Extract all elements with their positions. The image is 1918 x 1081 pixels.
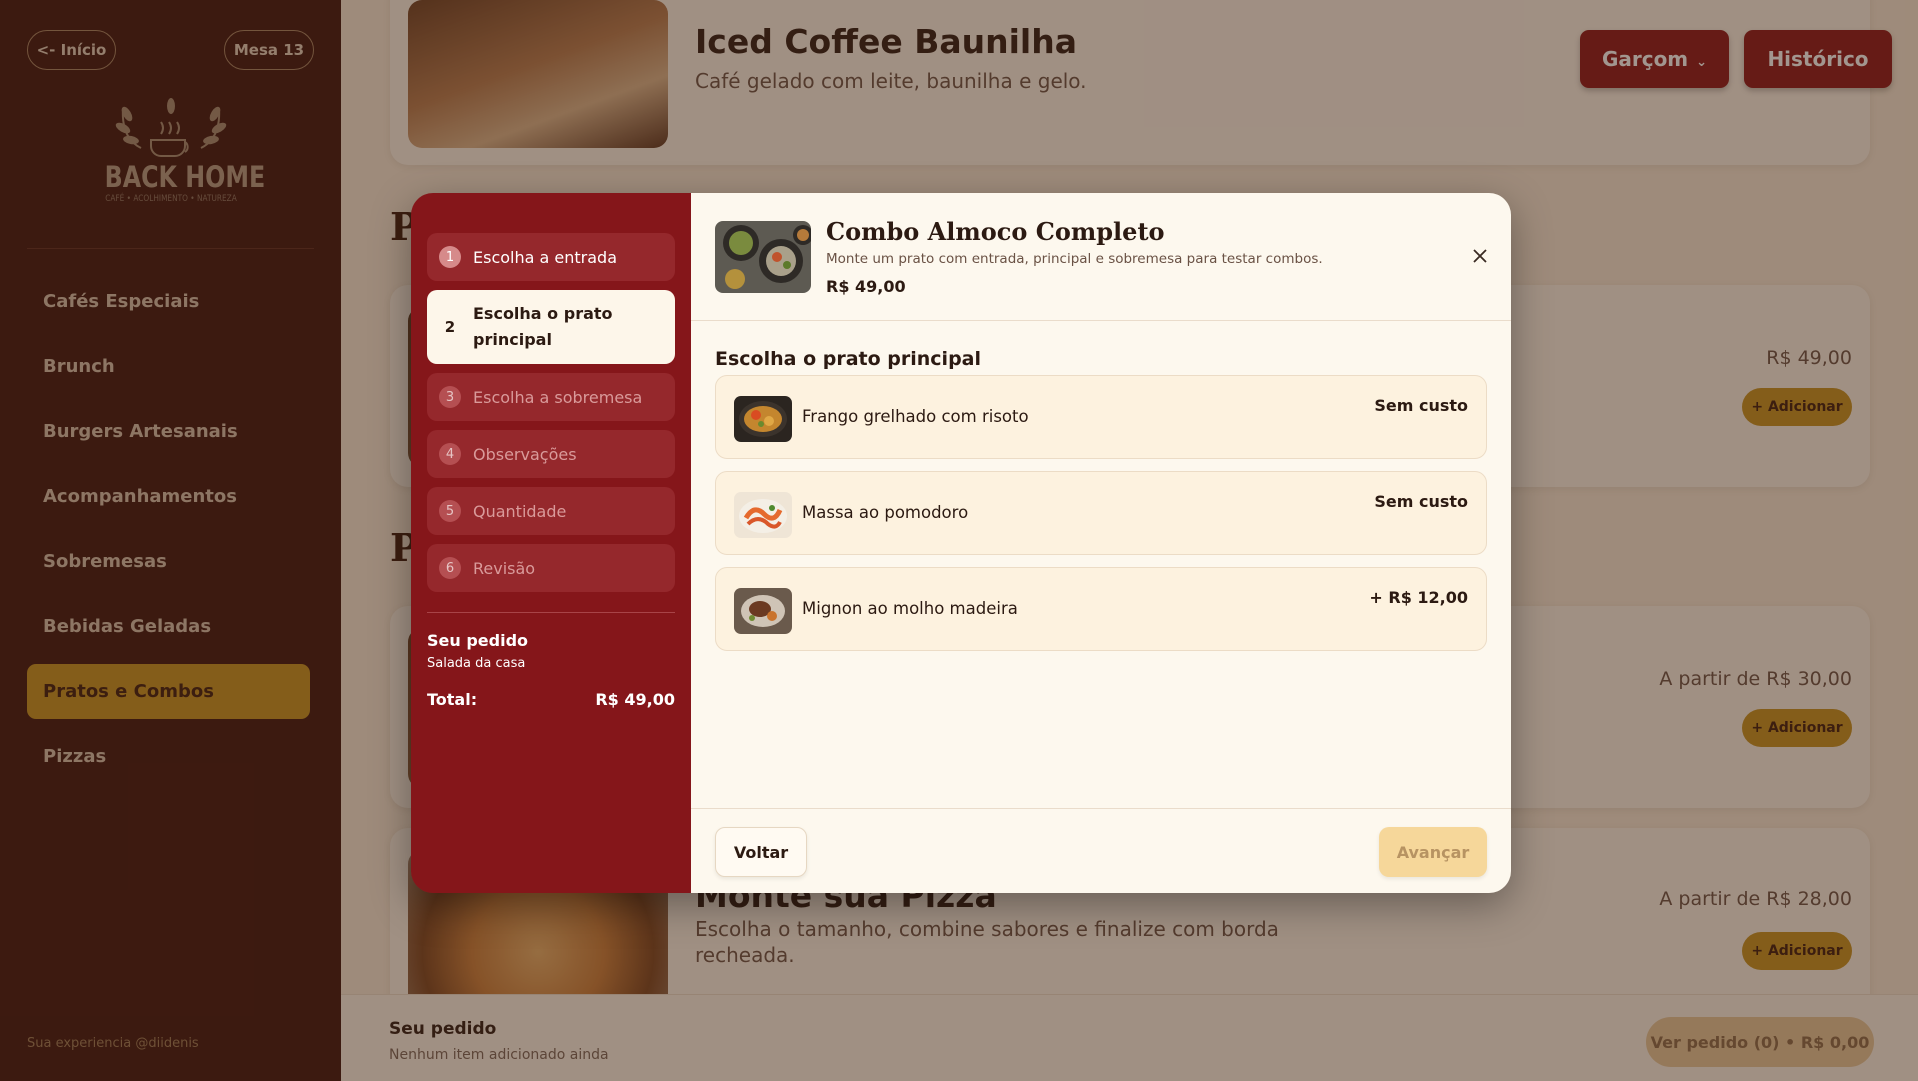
order-total-value: R$ 49,00 [595,690,675,709]
option-cost: Sem custo [1374,396,1468,415]
option-massa-pomodoro[interactable]: Massa ao pomodoro Sem custo [715,471,1487,555]
back-button[interactable]: Voltar [715,827,807,877]
option-cost: Sem custo [1374,492,1468,511]
combo-steps-panel: 1 Escolha a entrada 2 Escolha o prato pr… [411,193,691,893]
combo-description: Monte um prato com entrada, principal e … [826,251,1323,267]
step-quantidade[interactable]: 5 Quantidade [427,487,675,535]
option-name: Frango grelhado com risoto [802,407,1029,426]
step-label: Escolha o prato principal [473,304,613,349]
step-section-title: Escolha o prato principal [715,348,982,370]
step-number: 4 [439,443,461,465]
dish-thumbnail [734,492,792,538]
steps-divider [427,612,675,613]
option-mignon-madeira[interactable]: Mignon ao molho madeira + R$ 12,00 [715,567,1487,651]
step-label: Escolha a sobremesa [473,387,643,407]
step-prato-principal[interactable]: 2 Escolha o prato principal [427,290,675,364]
step-label: Revisão [473,558,536,578]
combo-builder-modal: 1 Escolha a entrada 2 Escolha o prato pr… [411,193,1511,893]
step-entrada[interactable]: 1 Escolha a entrada [427,233,675,281]
combo-price: R$ 49,00 [826,277,906,296]
combo-header: Combo Almoco Completo Monte um prato com… [691,193,1511,321]
dish-thumbnail [734,588,792,634]
step-observacoes[interactable]: 4 Observações [427,430,675,478]
order-total-label: Total: [427,690,478,709]
close-icon[interactable] [1467,243,1493,269]
step-label: Observações [473,444,577,464]
combo-thumbnail [715,221,811,293]
combo-step-content: Combo Almoco Completo Monte um prato com… [691,193,1511,893]
combo-title: Combo Almoco Completo [826,217,1165,246]
step-label: Quantidade [473,501,567,521]
dish-thumbnail [734,396,792,442]
step-number: 3 [439,386,461,408]
step-number: 5 [439,500,461,522]
step-number: 2 [444,318,456,336]
step-number: 6 [439,557,461,579]
step-number: 1 [439,246,461,268]
order-summary-title: Seu pedido [427,631,529,650]
option-cost: + R$ 12,00 [1369,588,1468,607]
step-sobremesa[interactable]: 3 Escolha a sobremesa [427,373,675,421]
option-name: Mignon ao molho madeira [802,599,1018,618]
option-name: Massa ao pomodoro [802,503,969,522]
next-button[interactable]: Avançar [1379,827,1487,877]
step-label: Escolha a entrada [473,247,617,267]
step-revisao[interactable]: 6 Revisão [427,544,675,592]
order-summary-item: Salada da casa [427,656,526,671]
option-frango-risoto[interactable]: Frango grelhado com risoto Sem custo [715,375,1487,459]
modal-footer: Voltar Avançar [691,808,1511,893]
